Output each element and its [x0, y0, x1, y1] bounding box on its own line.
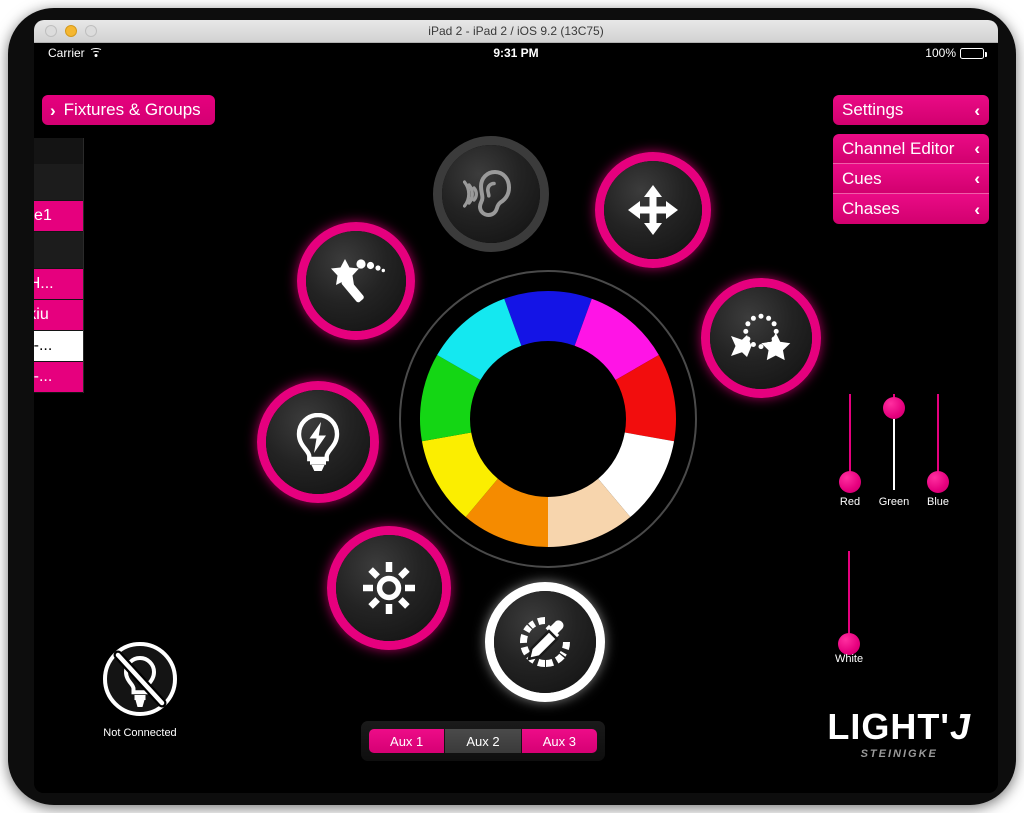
gobo-shapes-button[interactable] [701, 278, 821, 398]
sidebar-item-label: pe1 [34, 207, 52, 224]
slider-label: Green [878, 496, 910, 508]
button-face [710, 287, 812, 389]
battery-percent-label: 100% [925, 46, 956, 60]
menu-item-settings[interactable]: Settings ‹ [833, 95, 989, 125]
button-face [306, 231, 406, 331]
sidebar-item[interactable]: -H... [34, 269, 83, 299]
brand-j: J [949, 706, 971, 747]
ear-icon [463, 166, 519, 222]
magic-wand-icon [327, 257, 385, 305]
connection-status: Not Connected [96, 640, 184, 739]
brand-name: LIGHT'J [827, 709, 971, 745]
zoom-button[interactable] [85, 25, 97, 37]
sound-to-light-button[interactable] [433, 136, 549, 252]
window-titlebar: iPad 2 - iPad 2 / iOS 9.2 (13C75) [34, 20, 998, 43]
minimize-button[interactable] [65, 25, 77, 37]
slider-knob[interactable] [838, 633, 860, 655]
button-face [494, 591, 596, 693]
slider-label: Blue [926, 496, 950, 508]
button-face [442, 145, 540, 243]
aux-button-1[interactable]: Aux 1 [369, 729, 445, 753]
fixtures-sidebar[interactable]: pe1 -H... kiu g-... g-... [34, 138, 84, 393]
aux-button-bar: Aux 1 Aux 2 Aux 3 [361, 721, 605, 761]
ios-status-bar: Carrier 9:31 PM 100% [34, 43, 998, 64]
fixtures-and-groups-button[interactable]: › Fixtures & Groups [42, 95, 215, 125]
sidebar-item[interactable]: g-... [34, 362, 83, 392]
sidebar-item[interactable]: pe1 [34, 201, 83, 231]
slider-label: White [834, 653, 864, 665]
sidebar-item-label: g-... [34, 368, 53, 385]
menu-item-chases[interactable]: Chases ‹ [833, 194, 989, 224]
slider-knob[interactable] [927, 471, 949, 493]
right-menu: Settings ‹ Channel Editor ‹ Cues ‹ Chases ‹ [833, 95, 989, 224]
slider-blue[interactable]: Blue [917, 394, 959, 514]
sidebar-item-label: -H... [34, 275, 54, 292]
connection-status-label: Not Connected [103, 727, 177, 739]
sidebar-spacer [34, 232, 83, 268]
chevron-left-icon: ‹ [974, 139, 980, 158]
slider-label: Red [839, 496, 861, 508]
close-button[interactable] [45, 25, 57, 37]
brand-main: LIGHT' [827, 706, 950, 747]
slider-track-filled [893, 419, 895, 490]
strobe-bulb-button[interactable] [257, 381, 379, 503]
slider-knob[interactable] [839, 471, 861, 493]
menu-item-settings-label: Settings [842, 100, 904, 119]
position-move-button[interactable] [595, 152, 711, 268]
menu-item-label: Chases [842, 199, 900, 218]
aux-button-label: Aux 3 [542, 733, 576, 749]
status-battery-area: 100% [925, 46, 987, 60]
app-canvas: › Fixtures & Groups pe1 -H... kiu g-... g-..… [34, 64, 998, 793]
white-slider-group: White [828, 551, 872, 671]
sidebar-item-label: g-... [34, 337, 53, 354]
simulator-screen: iPad 2 - iPad 2 / iOS 9.2 (13C75) Carrie… [34, 20, 998, 793]
sun-icon [362, 561, 416, 615]
menu-item-channel-editor[interactable]: Channel Editor ‹ [833, 134, 989, 164]
chevron-right-icon: › [50, 100, 56, 120]
gobo-stars-icon [730, 313, 792, 363]
color-wheel[interactable] [399, 270, 697, 568]
sidebar-item[interactable]: kiu [34, 300, 83, 330]
chevron-left-icon: ‹ [974, 199, 980, 219]
chevron-left-icon: ‹ [974, 169, 980, 188]
window-title: iPad 2 - iPad 2 / iOS 9.2 (13C75) [428, 23, 604, 38]
slider-knob[interactable] [883, 397, 905, 419]
effects-magic-button[interactable] [297, 222, 415, 340]
menu-item-label: Cues [842, 168, 882, 188]
menu-item-label: Channel Editor [842, 138, 955, 158]
move-arrows-icon [627, 184, 679, 236]
sidebar-item[interactable]: g-... [34, 331, 83, 361]
aux-button-label: Aux 2 [466, 733, 500, 749]
brand-logo: LIGHT'J STEINIGKE [827, 709, 971, 761]
sidebar-item-label: kiu [34, 306, 49, 323]
color-picker-icon [518, 615, 572, 669]
button-face [266, 390, 370, 494]
bulb-disconnected-icon [103, 642, 177, 716]
rgb-slider-group: Red Green Blue [829, 394, 959, 514]
color-picker-button[interactable] [485, 582, 605, 702]
color-wheel-outer-ring [399, 270, 697, 568]
fixtures-and-groups-label: Fixtures & Groups [63, 100, 201, 119]
battery-icon [960, 47, 987, 59]
menu-item-cues[interactable]: Cues ‹ [833, 164, 989, 194]
aux-button-3[interactable]: Aux 3 [521, 729, 597, 753]
chevron-left-icon: ‹ [974, 100, 980, 120]
aux-button-2[interactable]: Aux 2 [445, 729, 521, 753]
button-face [604, 161, 702, 259]
menu-group: Channel Editor ‹ Cues ‹ Chases ‹ [833, 134, 989, 224]
slider-red[interactable]: Red [829, 394, 871, 514]
brand-subtitle: STEINIGKE [860, 748, 938, 760]
aux-button-label: Aux 1 [390, 733, 424, 749]
status-clock: 9:31 PM [493, 46, 539, 60]
sidebar-spacer [34, 164, 83, 200]
slider-track[interactable] [848, 551, 850, 641]
simulator-device-frame: iPad 2 - iPad 2 / iOS 9.2 (13C75) Carrie… [8, 8, 1016, 805]
bulb-bolt-icon [294, 413, 342, 471]
slider-white[interactable]: White [828, 551, 870, 671]
slider-green[interactable]: Green [873, 394, 915, 514]
traffic-lights [34, 25, 97, 37]
